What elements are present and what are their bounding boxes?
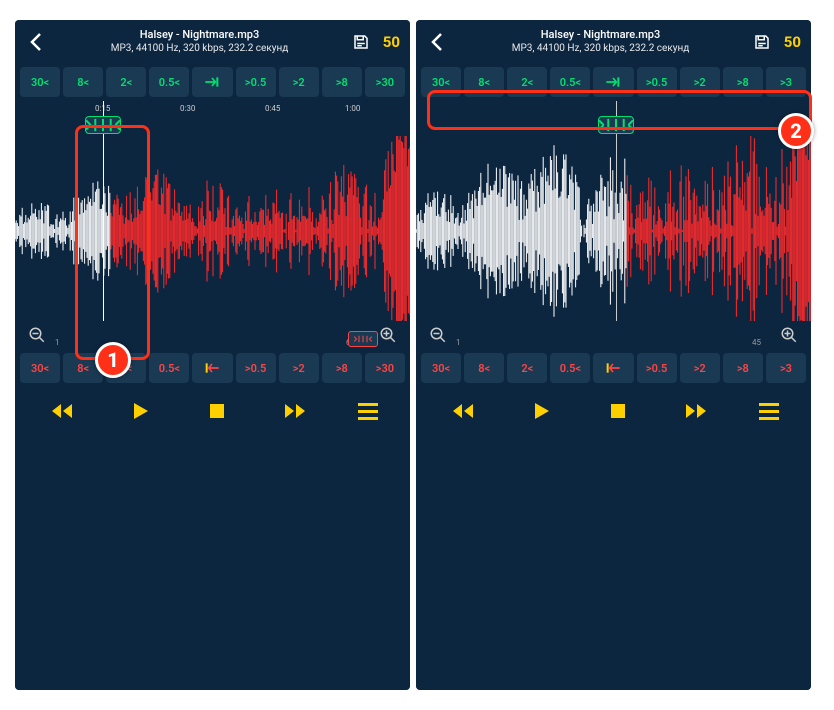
seek-back-8[interactable]: 8< [63, 67, 103, 97]
marker-handle-red[interactable] [348, 331, 378, 347]
badge-1: 1 [95, 342, 131, 378]
empty-area [416, 439, 811, 690]
seek-fwd-2-red[interactable]: >2 [680, 353, 720, 383]
seek-back-8[interactable]: 8< [464, 67, 504, 97]
seek-fwd-2-red[interactable]: >2 [279, 353, 319, 383]
seek-back-30[interactable]: 30< [20, 67, 60, 97]
title-block: Halsey - Nightmare.mp3 MP3, 44100 Hz, 32… [57, 28, 342, 55]
seek-to-marker-red[interactable] [593, 353, 633, 383]
counter: 50 [380, 33, 400, 51]
play-button[interactable] [120, 393, 160, 429]
waveform[interactable] [416, 101, 811, 321]
filename: Halsey - Nightmare.mp3 [57, 28, 342, 42]
seek-row-red: 30< 8< 2< 0.5< >0.5 >2 >8 >30 [15, 349, 410, 387]
marker-line-green[interactable] [103, 101, 104, 321]
time-label: 0:30 [180, 104, 195, 113]
seek-to-marker[interactable] [593, 67, 633, 97]
tick-start: 1 [456, 338, 461, 347]
seek-back-2[interactable]: 2< [106, 67, 146, 97]
seek-back-30-red[interactable]: 30< [20, 353, 60, 383]
seek-fwd-8-red[interactable]: >8 [322, 353, 362, 383]
seek-fwd-2[interactable]: >2 [680, 67, 720, 97]
play-button[interactable] [521, 393, 561, 429]
seek-row-green: 30< 8< 2< 0.5< >0.5 >2 >8 >30 [15, 63, 410, 101]
seek-back-8-red[interactable]: 8< [464, 353, 504, 383]
rewind-button[interactable] [443, 393, 483, 429]
seek-fwd-30-red[interactable]: >3 [766, 353, 806, 383]
seek-fwd-05-red[interactable]: >0.5 [236, 353, 276, 383]
menu-button[interactable] [754, 393, 784, 429]
playback-row [416, 387, 811, 439]
waveform[interactable]: 0:15 0:30 0:45 1:00 [15, 101, 410, 321]
marker-handle-green[interactable] [598, 116, 634, 134]
title-block: Halsey - Nightmare.mp3 MP3, 44100 Hz, 32… [458, 28, 743, 55]
back-button[interactable] [426, 30, 450, 54]
seek-fwd-30[interactable]: >3 [766, 67, 806, 97]
filename: Halsey - Nightmare.mp3 [458, 28, 743, 42]
seek-back-30[interactable]: 30< [421, 67, 461, 97]
phone-right: Halsey - Nightmare.mp3 MP3, 44100 Hz, 32… [416, 20, 811, 690]
seek-row-green: 30< 8< 2< 0.5< >0.5 >2 >8 >3 [416, 63, 811, 101]
seek-back-05[interactable]: 0.5< [149, 67, 189, 97]
seek-back-05-red[interactable]: 0.5< [550, 353, 590, 383]
empty-area [15, 439, 410, 690]
zoom-row: 1 45 [416, 321, 811, 349]
seek-fwd-8-red[interactable]: >8 [723, 353, 763, 383]
seek-fwd-8[interactable]: >8 [723, 67, 763, 97]
file-meta: MP3, 44100 Hz, 320 kbps, 232.2 секунд [57, 42, 342, 55]
zoom-out-icon[interactable] [426, 323, 450, 347]
counter: 50 [781, 33, 801, 51]
zoom-in-icon[interactable] [376, 323, 400, 347]
stop-button[interactable] [197, 393, 237, 429]
seek-to-marker[interactable] [192, 67, 232, 97]
save-button[interactable] [751, 31, 773, 53]
seek-fwd-2[interactable]: >2 [279, 67, 319, 97]
seek-back-30-red[interactable]: 30< [421, 353, 461, 383]
marker-line-green[interactable] [616, 101, 617, 321]
zoom-out-icon[interactable] [25, 323, 49, 347]
seek-fwd-30[interactable]: >30 [365, 67, 405, 97]
time-label: 1:00 [345, 104, 360, 113]
marker-handle-green[interactable] [85, 116, 121, 134]
header: Halsey - Nightmare.mp3 MP3, 44100 Hz, 32… [15, 20, 410, 63]
waveform-svg [416, 101, 811, 321]
back-button[interactable] [25, 30, 49, 54]
seek-fwd-30-red[interactable]: >30 [365, 353, 405, 383]
zoom-in-icon[interactable] [777, 323, 801, 347]
seek-back-2-red[interactable]: 2< [507, 353, 547, 383]
forward-button[interactable] [676, 393, 716, 429]
rewind-button[interactable] [42, 393, 82, 429]
playback-row [15, 387, 410, 439]
seek-fwd-8[interactable]: >8 [322, 67, 362, 97]
tick-start: 1 [55, 338, 60, 347]
forward-button[interactable] [275, 393, 315, 429]
time-label: 0:45 [265, 104, 280, 113]
badge-2: 2 [778, 113, 814, 149]
seek-fwd-05-red[interactable]: >0.5 [637, 353, 677, 383]
file-meta: MP3, 44100 Hz, 320 kbps, 232.2 секунд [458, 42, 743, 55]
phone-left: Halsey - Nightmare.mp3 MP3, 44100 Hz, 32… [15, 20, 410, 690]
seek-back-05[interactable]: 0.5< [550, 67, 590, 97]
seek-row-red: 30< 8< 2< 0.5< >0.5 >2 >8 >3 [416, 349, 811, 387]
zoom-row: 1 66 [15, 321, 410, 349]
seek-fwd-05[interactable]: >0.5 [637, 67, 677, 97]
save-button[interactable] [350, 31, 372, 53]
tick-end: 45 [752, 338, 761, 347]
stop-button[interactable] [598, 393, 638, 429]
menu-button[interactable] [353, 393, 383, 429]
waveform-svg [15, 101, 410, 321]
seek-fwd-05[interactable]: >0.5 [236, 67, 276, 97]
seek-back-2[interactable]: 2< [507, 67, 547, 97]
header: Halsey - Nightmare.mp3 MP3, 44100 Hz, 32… [416, 20, 811, 63]
seek-back-05-red[interactable]: 0.5< [149, 353, 189, 383]
seek-to-marker-red[interactable] [192, 353, 232, 383]
